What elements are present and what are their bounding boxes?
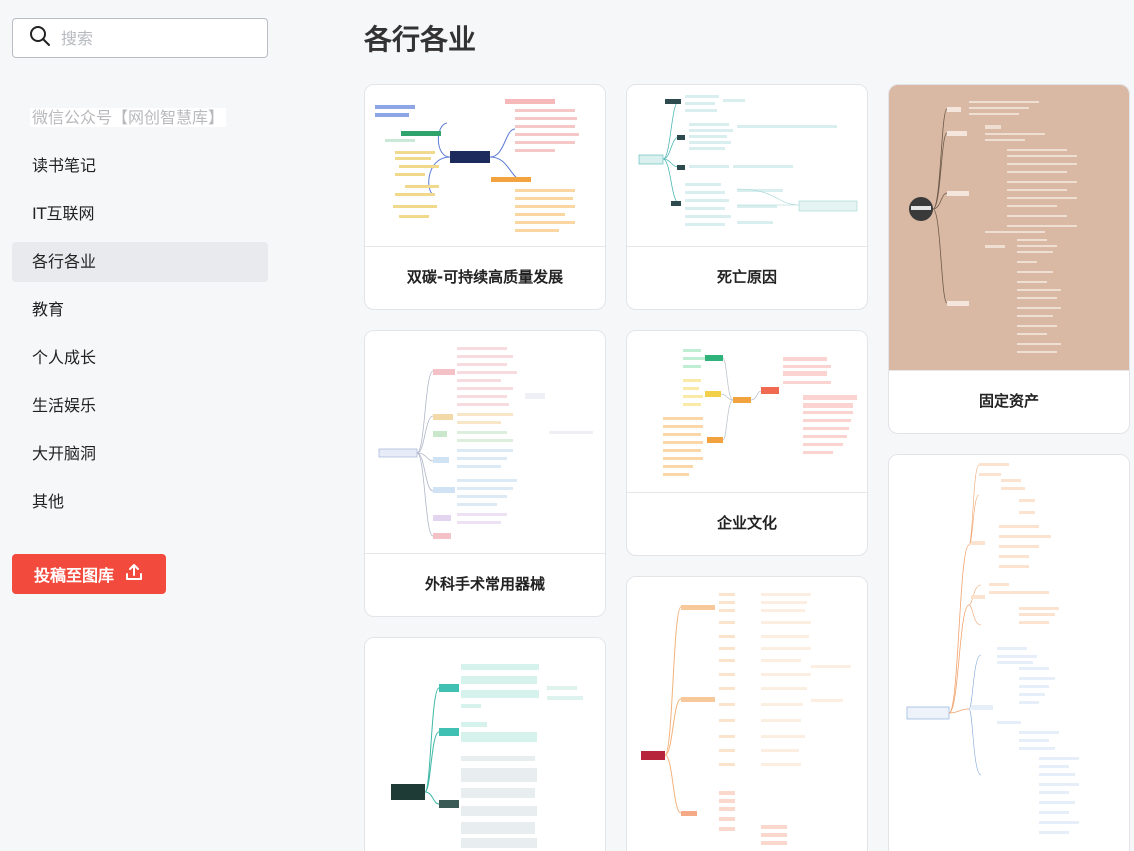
- mindmap-card[interactable]: [626, 576, 868, 851]
- sidebar-item-brainstorm[interactable]: 大开脑洞: [12, 434, 268, 474]
- card-thumbnail: [365, 331, 605, 554]
- page-title: 各行各业: [364, 23, 477, 56]
- card-thumbnail: [627, 577, 867, 851]
- card-title: 企业文化: [716, 514, 777, 532]
- card-thumbnail: [365, 85, 605, 247]
- upload-icon: [124, 562, 144, 586]
- sidebar-item-lifestyle[interactable]: 生活娱乐: [12, 386, 268, 426]
- sidebar-item-industries[interactable]: 各行各业: [12, 242, 268, 282]
- mindmap-card[interactable]: 外科手术常用器械: [364, 330, 606, 617]
- card-title: 双碳-可持续高质量发展: [406, 268, 564, 286]
- card-thumbnail: [365, 638, 605, 851]
- search-box[interactable]: [12, 18, 268, 58]
- sidebar-item-reading-notes[interactable]: 读书笔记: [12, 146, 268, 186]
- search-icon[interactable]: [29, 25, 51, 51]
- sidebar-item-promo[interactable]: 微信公众号【网创智慧库】: [12, 98, 268, 138]
- upload-button[interactable]: 投稿至图库: [12, 554, 166, 594]
- sidebar: 微信公众号【网创智慧库】 读书笔记 IT互联网 各行各业 教育 个人成长 生活娱…: [0, 0, 282, 851]
- card-thumbnail: [889, 455, 1129, 851]
- mindmap-card[interactable]: [888, 454, 1130, 851]
- app-root: 微信公众号【网创智慧库】 读书笔记 IT互联网 各行各业 教育 个人成长 生活娱…: [0, 0, 1134, 851]
- mindmap-card[interactable]: 固定资产: [888, 84, 1130, 434]
- mindmap-card[interactable]: 双碳-可持续高质量发展: [364, 84, 606, 310]
- card-thumbnail: [627, 85, 867, 247]
- card-title: 外科手术常用器械: [424, 575, 545, 593]
- card-thumbnail: [889, 85, 1129, 371]
- card-title: 固定资产: [978, 392, 1039, 410]
- search-input[interactable]: [61, 28, 241, 48]
- sidebar-item-it-internet[interactable]: IT互联网: [12, 194, 268, 234]
- mindmap-card[interactable]: [364, 637, 606, 851]
- sidebar-item-personal-growth[interactable]: 个人成长: [12, 338, 268, 378]
- card-thumbnail: [627, 331, 867, 493]
- sidebar-item-education[interactable]: 教育: [12, 290, 268, 330]
- mindmap-card[interactable]: 企业文化: [626, 330, 868, 556]
- sidebar-item-other[interactable]: 其他: [12, 482, 268, 522]
- card-title: 死亡原因: [716, 268, 777, 286]
- mindmap-card[interactable]: 死亡原因: [626, 84, 868, 310]
- category-nav: 微信公众号【网创智慧库】 读书笔记 IT互联网 各行各业 教育 个人成长 生活娱…: [12, 98, 268, 530]
